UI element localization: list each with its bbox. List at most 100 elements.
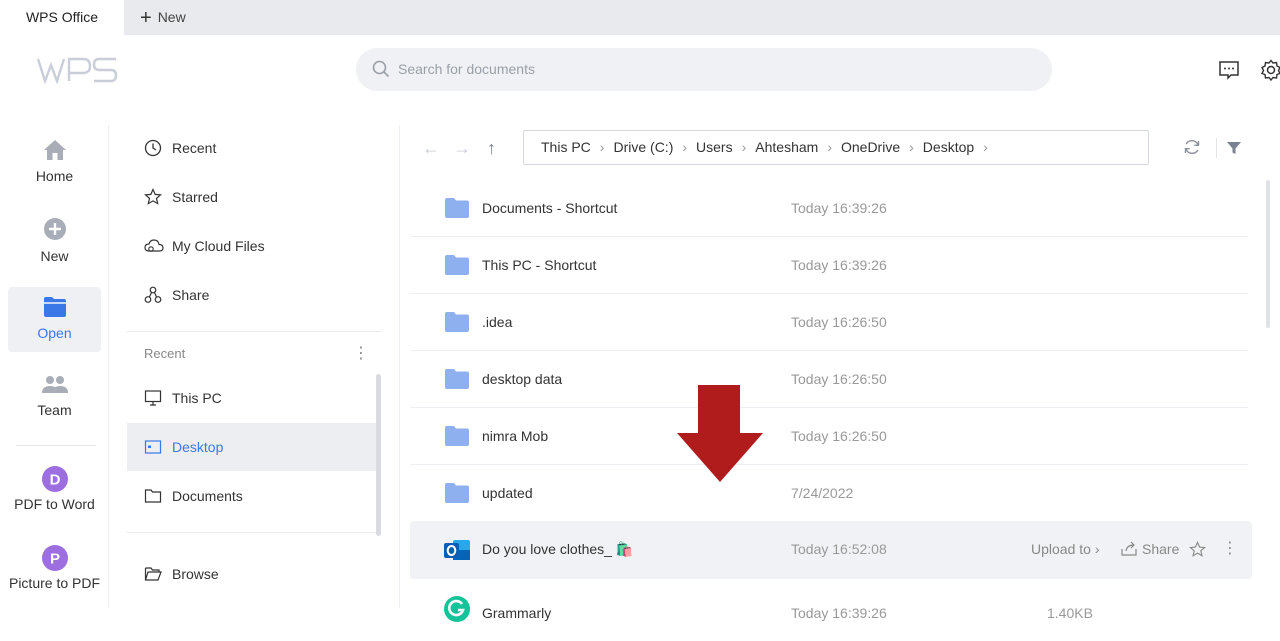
chevron-right-icon: › <box>682 139 688 155</box>
file-name: desktop data <box>482 371 563 387</box>
wps-logo <box>36 57 118 84</box>
file-name: nimra Mob <box>482 428 549 444</box>
sidebar-item-label: Documents <box>172 488 243 504</box>
folder-icon <box>445 369 469 389</box>
plus-icon: + <box>140 7 152 29</box>
file-date: Today 16:39:26 <box>791 257 887 273</box>
svg-text:P: P <box>49 551 59 568</box>
file-row[interactable]: updated 7/24/2022 <box>410 465 1252 522</box>
plus-circle-icon <box>43 218 66 240</box>
rail-label: Open <box>37 325 72 341</box>
toolbar-divider <box>1216 138 1217 158</box>
desktop-icon <box>144 440 162 454</box>
cloud-icon <box>144 239 164 252</box>
team-icon <box>41 376 68 393</box>
rail-label: PDF to Word <box>14 496 95 512</box>
file-row[interactable]: .idea Today 16:26:50 <box>410 294 1252 351</box>
sidebar-item-share[interactable]: Share <box>127 271 381 319</box>
star-icon[interactable] <box>1189 541 1206 558</box>
file-list-scrollbar[interactable] <box>1266 180 1270 328</box>
sidebar-divider <box>127 532 381 533</box>
clock-icon <box>144 139 162 157</box>
folder-icon <box>445 312 469 332</box>
breadcrumb-item[interactable]: OneDrive <box>841 139 900 155</box>
file-date: Today 16:26:50 <box>791 314 887 330</box>
share-nodes-icon <box>144 286 162 303</box>
file-date: Today 16:39:26 <box>791 605 887 621</box>
folder-icon <box>43 297 66 317</box>
sidebar-item-recent[interactable]: Recent <box>127 124 381 172</box>
rail-picture-to-pdf[interactable]: P Picture to PDF <box>2 544 107 604</box>
breadcrumb-item[interactable]: Desktop <box>923 139 974 155</box>
sidebar-item-starred[interactable]: Starred <box>127 173 381 221</box>
sidebar-location-this-pc[interactable]: This PC <box>127 374 381 422</box>
outlook-icon <box>444 540 470 560</box>
sidebar-location-documents[interactable]: Documents <box>127 472 381 520</box>
file-name: Do you love clothes_ 🛍️ <box>482 541 634 557</box>
breadcrumb-item[interactable]: Ahtesham <box>755 139 818 155</box>
folder-icon <box>445 483 469 503</box>
rail-label: Home <box>35 168 74 184</box>
sidebar-location-desktop[interactable]: Desktop <box>127 423 381 471</box>
rail-new[interactable]: New <box>8 215 101 275</box>
sidebar-item-label: Browse <box>172 566 219 582</box>
file-name: updated <box>482 485 533 501</box>
up-arrow-icon[interactable]: ↑ <box>487 138 496 159</box>
sidebar-item-label: My Cloud Files <box>172 238 265 254</box>
monitor-icon <box>144 390 162 406</box>
row-more-icon[interactable]: ⋮ <box>1222 521 1238 577</box>
feedback-icon[interactable] <box>1217 58 1241 82</box>
rail-pdf-to-word[interactable]: D PDF to Word <box>2 465 107 525</box>
tab-wps-office[interactable]: WPS Office <box>0 0 124 35</box>
sidebar-browse[interactable]: Browse <box>127 550 381 598</box>
breadcrumb-item[interactable]: Users <box>696 139 733 155</box>
upload-to-button[interactable]: Upload to › <box>1031 521 1100 577</box>
sidebar-item-my-cloud-files[interactable]: My Cloud Files <box>127 222 381 270</box>
share-button[interactable]: Share <box>1121 521 1179 577</box>
refresh-icon[interactable] <box>1183 138 1201 156</box>
file-row[interactable]: desktop data Today 16:26:50 <box>410 351 1252 408</box>
rail-label: Team <box>37 402 72 418</box>
folder-open-icon <box>144 567 162 581</box>
file-date: Today 16:39:26 <box>791 200 887 216</box>
settings-gear-icon[interactable] <box>1259 58 1280 82</box>
rail-open[interactable]: Open <box>8 287 101 352</box>
search-bar[interactable]: Search for documents <box>356 48 1052 91</box>
file-date: Today 16:52:08 <box>791 541 887 557</box>
more-options-icon[interactable]: ⋮ <box>353 343 369 363</box>
sidebar-item-label: This PC <box>172 390 222 406</box>
grammarly-icon <box>444 596 470 622</box>
tab-bar: WPS Office + New <box>0 0 1280 35</box>
back-arrow-icon[interactable]: ← <box>422 138 440 159</box>
sidebar-scrollbar[interactable] <box>376 374 381 536</box>
red-down-arrow-annotation <box>677 385 763 482</box>
file-name: This PC - Shortcut <box>482 257 597 273</box>
search-icon <box>372 60 390 78</box>
new-tab-button[interactable]: + New <box>140 0 186 35</box>
breadcrumb[interactable]: This PC › Drive (C:) › Users › Ahtesham › OneDri… <box>523 130 1149 165</box>
rail-label: Picture to PDF <box>8 575 101 591</box>
search-input[interactable]: Search for documents <box>398 48 535 91</box>
share-arrow-icon <box>1121 541 1137 556</box>
filter-icon[interactable] <box>1226 140 1242 156</box>
file-row-highlighted[interactable]: Do you love clothes_ 🛍️ Today 16:52:08 U… <box>410 521 1252 579</box>
file-row[interactable]: This PC - Shortcut Today 16:39:26 <box>410 237 1252 294</box>
breadcrumb-item[interactable]: This PC <box>541 139 591 155</box>
rail-team[interactable]: Team <box>8 373 101 433</box>
file-row[interactable]: Documents - Shortcut Today 16:39:26 <box>410 180 1252 237</box>
rail-home[interactable]: Home <box>8 135 101 195</box>
file-row[interactable]: Grammarly Today 16:39:26 1.40KB <box>410 583 1252 640</box>
picture-to-pdf-icon: P <box>41 545 68 571</box>
sidebar-separator <box>399 125 400 608</box>
file-date: 7/24/2022 <box>791 485 854 501</box>
rail-separator <box>108 125 109 608</box>
sidebar-item-label: Starred <box>172 189 218 205</box>
rail-label: New <box>40 248 69 264</box>
sidebar-divider <box>127 331 381 332</box>
file-name: Grammarly <box>482 605 552 621</box>
forward-arrow-icon[interactable]: → <box>453 138 471 159</box>
breadcrumb-item[interactable]: Drive (C:) <box>613 139 673 155</box>
chevron-right-icon: › <box>909 139 914 155</box>
folder-icon <box>445 198 469 218</box>
file-row[interactable]: nimra Mob Today 16:26:50 <box>410 408 1252 465</box>
